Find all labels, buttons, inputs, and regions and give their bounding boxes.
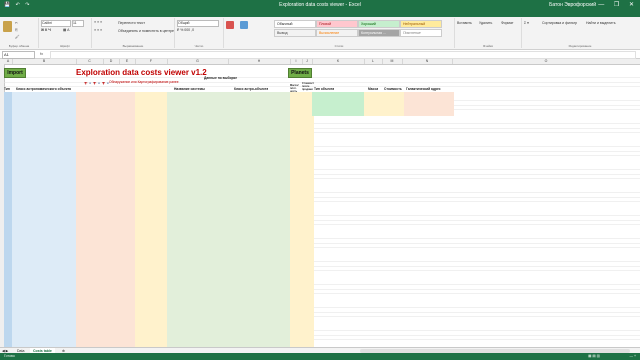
style-calculation[interactable]: Вычисление <box>316 29 358 37</box>
sheet-banner-title: Exploration data costs viewer v1.2 <box>76 68 207 77</box>
data-header: Данные по выборке <box>204 76 238 80</box>
body-class-band <box>228 92 290 347</box>
bold-button[interactable]: Ж К Ч <box>41 28 51 32</box>
view-buttons[interactable]: ▦ ▤ ▥ <box>588 353 600 360</box>
formula-bar: A1 fx <box>0 50 640 59</box>
group-label: Шрифт <box>60 44 70 48</box>
styles-group: Обычный Плохой Хороший Нейтральный Вывод… <box>224 18 455 48</box>
col-header-class: Класс астрономического объекта <box>16 87 72 91</box>
align-top-icon[interactable]: ≡ ≡ ≡ <box>94 20 102 24</box>
alignment-group: ≡ ≡ ≡ ≡ ≡ ≡ Перенести текст Объединить и… <box>92 18 175 48</box>
col-header-galactic: Галактический адрес <box>406 87 441 91</box>
font-size-select[interactable]: 11 <box>72 20 84 27</box>
status-text: Готово <box>4 354 15 358</box>
style-good[interactable]: Хороший <box>358 20 400 28</box>
planet-type-band <box>312 92 364 116</box>
clipboard-group: ✂ ⎘ 🖌 Буфер обмена <box>0 18 39 48</box>
font-group: Calibri 11 Ж К Ч ▦ A Шрифт <box>39 18 92 48</box>
number-group: Общий ₽ % 000 ,0 Число <box>175 18 224 48</box>
style-explanatory[interactable]: Пояснение <box>400 29 442 37</box>
cost-column-band <box>290 92 314 347</box>
cut-icon[interactable]: ✂ <box>15 21 18 25</box>
group-label: Стили <box>334 44 344 48</box>
col-header-cost2: Стоимость <box>384 87 402 91</box>
sub-header: Обнаружение или Картографирование ранее <box>109 80 179 84</box>
window-controls[interactable]: — ❐ ✕ <box>598 0 638 10</box>
name-box[interactable]: A1 <box>2 51 35 59</box>
planet-cost-band <box>364 92 404 116</box>
plus-minus-controls[interactable]: + - + - + - <box>84 82 109 87</box>
delete-cells-button[interactable]: Удалить <box>479 21 492 25</box>
system-name-band <box>167 92 228 347</box>
paste-button[interactable] <box>3 21 12 32</box>
ribbon: ✂ ⎘ 🖌 Буфер обмена Calibri 11 Ж К Ч ▦ A … <box>0 17 640 50</box>
group-label: Ячейки <box>482 44 494 48</box>
align-left-icon[interactable]: ≡ ≡ ≡ <box>94 28 102 32</box>
style-output[interactable]: Вывод <box>274 29 316 37</box>
group-label: Выравнивание <box>122 44 144 48</box>
status-bar: Готово ▦ ▤ ▥ — + <box>0 353 640 360</box>
group-label: Буфер обмена <box>8 44 30 48</box>
group-label: Число <box>194 44 204 48</box>
col-header-name: Название системы <box>174 87 205 91</box>
zoom-slider[interactable]: — + <box>629 353 636 360</box>
user-name[interactable]: Батон Эврофорский <box>549 0 596 10</box>
type-column-band <box>4 92 12 347</box>
style-normal[interactable]: Обычный <box>274 20 316 28</box>
sort-filter-button[interactable]: Сортировка и фильтр <box>542 21 577 25</box>
style-check-cell[interactable]: Контрольная ... <box>358 29 400 37</box>
group-label: Редактирование <box>568 44 592 48</box>
autosum-icon[interactable]: Σ ▾ <box>524 21 529 25</box>
col-header-body-class: Класс астро-объекта <box>234 87 269 91</box>
conditional-formatting-icon <box>226 21 234 29</box>
table-icon <box>240 21 248 29</box>
format-cells-button[interactable]: Формат <box>501 21 513 25</box>
format-as-table-button[interactable] <box>240 21 248 29</box>
style-bad[interactable]: Плохой <box>316 20 358 28</box>
paste-icon <box>3 21 12 32</box>
insert-cells-button[interactable]: Вставить <box>457 21 472 25</box>
wrap-text-button[interactable]: Перенести текст <box>118 21 145 25</box>
class-column-band <box>12 92 76 347</box>
style-neutral[interactable]: Нейтральный <box>400 20 442 28</box>
col-header-mass2: Масса <box>368 87 379 91</box>
col-header-cost: Стоимость после продажи <box>302 82 314 91</box>
col-header-type: Тип <box>4 87 10 91</box>
editing-group: Σ ▾ Сортировка и фильтр Найти и выделить… <box>522 18 638 48</box>
planet-address-band <box>404 92 454 116</box>
counts-column-band <box>76 92 135 347</box>
formula-input[interactable] <box>50 51 636 59</box>
font-name-select[interactable]: Calibri <box>41 20 71 27</box>
id-column-band <box>135 92 167 347</box>
import-button[interactable]: Import <box>4 68 26 78</box>
ribbon-tabs: Файл Главная Вставка Разметка страницы Ф… <box>0 10 640 25</box>
format-painter-icon[interactable]: 🖌 <box>15 35 19 39</box>
cells-group: Вставить Удалить Формат Ячейки <box>455 18 522 48</box>
fill-color-icon[interactable]: ▦ A <box>63 28 69 32</box>
fx-icon[interactable]: fx <box>40 50 43 58</box>
find-select-button[interactable]: Найти и выделить <box>586 21 616 25</box>
conditional-formatting-button[interactable] <box>226 21 234 29</box>
worksheet-grid[interactable]: Import Exploration data costs viewer v1.… <box>4 64 640 347</box>
merge-center-button[interactable]: Объединить и поместить в центре <box>118 29 174 33</box>
title-bar: 💾 ↶ ↷ Exploration data costs viewer - Ex… <box>0 0 640 10</box>
planets-button[interactable]: Planets <box>288 68 312 78</box>
copy-icon[interactable]: ⎘ <box>15 28 18 32</box>
number-format-select[interactable]: Общий <box>177 20 219 27</box>
col-header-type2: Тип объекта <box>314 87 335 91</box>
col-header-mass: Масса/плот-ность <box>290 84 299 93</box>
window-title: Exploration data costs viewer - Excel <box>279 2 361 8</box>
percent-icon[interactable]: ₽ % 000 ,0 <box>177 28 194 32</box>
